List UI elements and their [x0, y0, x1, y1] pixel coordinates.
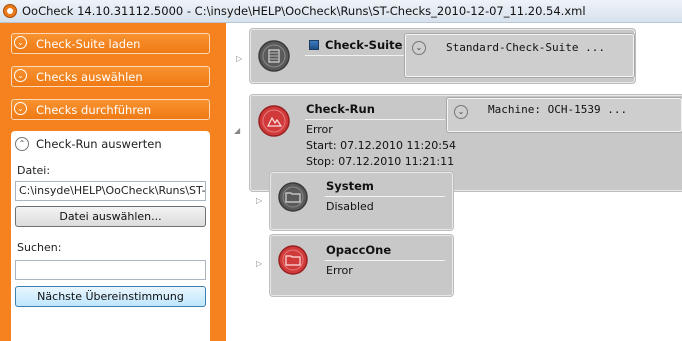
app-icon: [3, 4, 17, 18]
chevron-down-icon[interactable]: ⌄: [412, 41, 426, 55]
expand-arrow-icon[interactable]: ▷: [236, 54, 242, 63]
system-status-icon: [278, 182, 308, 212]
system-title: System: [326, 179, 374, 193]
system-status: Disabled: [326, 200, 374, 213]
section-label: Checks auswählen: [36, 70, 143, 84]
section-checks-auswaehlen[interactable]: ⌄ Checks auswählen: [11, 66, 210, 87]
section-checks-durchfuehren[interactable]: ⌄ Checks durchführen: [11, 99, 210, 120]
opaccone-title: OpaccOne: [326, 243, 392, 257]
run-stop: Stop: 07.12.2010 11:21:11: [306, 155, 455, 168]
suite-status-icon: [258, 40, 290, 72]
suite-detail-text: Standard-Check-Suite ...: [446, 41, 605, 54]
panel-header[interactable]: Check-Run auswerten: [36, 137, 162, 151]
title-divider: [325, 260, 445, 261]
child-node-system[interactable]: System Disabled: [270, 172, 453, 230]
suite-checkbox-icon: [309, 40, 319, 50]
search-input[interactable]: [15, 260, 206, 280]
chevron-down-icon: ⌄: [14, 36, 27, 49]
panel-check-run-auswerten: ⌃ Check-Run auswerten Datei: C:\insyde\H…: [11, 131, 210, 341]
section-check-suite-laden[interactable]: ⌄ Check-Suite laden: [11, 33, 210, 54]
run-title: Check-Run: [306, 102, 375, 116]
title-divider: [305, 119, 445, 120]
title-divider: [305, 55, 420, 56]
child-node-opaccone[interactable]: OpaccOne Error: [270, 235, 453, 296]
window-title: OoCheck 14.10.31112.5000 - C:\insyde\HEL…: [22, 4, 586, 18]
collapse-arrow-icon[interactable]: ◢: [234, 126, 240, 135]
run-error-icon: [258, 105, 290, 137]
file-path-field[interactable]: C:\insyde\HELP\OoCheck\Runs\ST-: [15, 181, 206, 201]
suite-title: Check-Suite: [325, 38, 403, 52]
chevron-up-icon[interactable]: ⌃: [15, 137, 29, 151]
expand-arrow-icon[interactable]: ▷: [256, 259, 262, 268]
chevron-down-icon: ⌄: [14, 102, 27, 115]
chevron-down-icon[interactable]: ⌄: [454, 105, 468, 119]
opaccone-error-icon: [278, 245, 308, 275]
section-label: Checks durchführen: [36, 103, 152, 117]
expand-arrow-icon[interactable]: ▷: [256, 196, 262, 205]
run-status: Error: [306, 123, 333, 136]
title-bar: OoCheck 14.10.31112.5000 - C:\insyde\HEL…: [0, 0, 682, 23]
opaccone-status: Error: [326, 264, 353, 277]
suite-node[interactable]: Check-Suite ⌄ Standard-Check-Suite ...: [250, 29, 635, 83]
choose-file-button[interactable]: Datei auswählen...: [15, 206, 206, 227]
run-start: Start: 07.12.2010 11:20:54: [306, 139, 456, 152]
run-detail-text: Machine: OCH-1539 ...: [488, 103, 628, 116]
chevron-down-icon: ⌄: [14, 69, 27, 82]
splitter[interactable]: [219, 23, 226, 341]
section-label: Check-Suite laden: [36, 37, 141, 51]
suite-detail-box[interactable]: ⌄ Standard-Check-Suite ...: [405, 34, 634, 77]
title-divider: [325, 196, 445, 197]
next-match-button[interactable]: Nächste Übereinstimmung: [15, 286, 206, 307]
file-label: Datei:: [17, 164, 51, 177]
result-tree: ▷ Check-Suite ⌄ Standard-Check-Suite ...…: [226, 23, 682, 341]
run-detail-box[interactable]: ⌄ Machine: OCH-1539 ...: [447, 98, 682, 132]
search-label: Suchen:: [17, 241, 62, 254]
